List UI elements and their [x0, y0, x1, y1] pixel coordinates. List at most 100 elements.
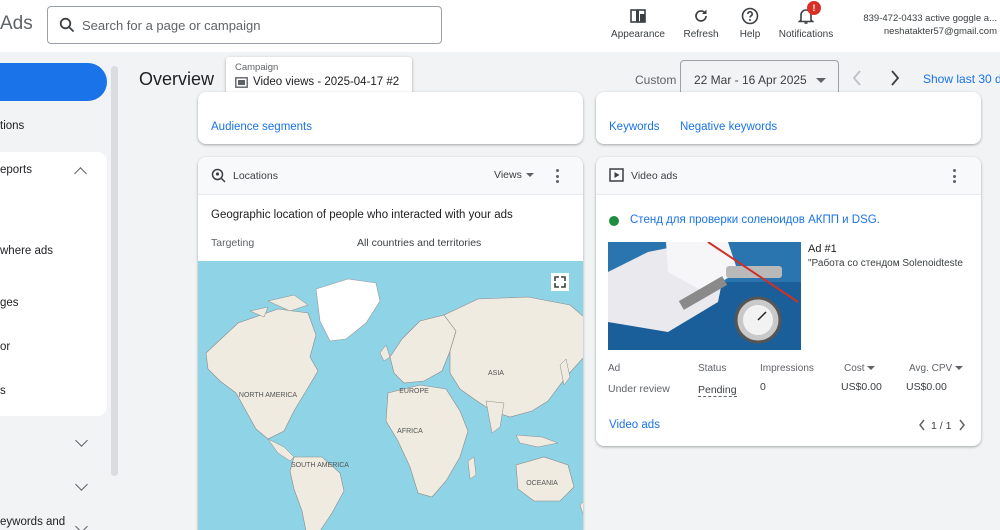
- notifications-label: Notifications: [778, 29, 834, 40]
- new-zealand-shape: [579, 501, 583, 515]
- sidebar-scrollbar[interactable]: [111, 66, 118, 476]
- map-label-africa: AFRICA: [397, 428, 423, 435]
- search-icon: [59, 17, 75, 33]
- appearance-icon: [630, 9, 646, 23]
- refresh-label: Refresh: [683, 29, 719, 40]
- notification-badge: !: [807, 1, 821, 15]
- video-ads-icon: [609, 168, 624, 182]
- column-header-cost[interactable]: Cost: [844, 363, 876, 374]
- custom-label: Custom: [635, 73, 677, 87]
- geo-heading: Geographic location of people who intera…: [211, 209, 513, 221]
- sidebar-item-keywords[interactable]: eywords and: [0, 516, 65, 528]
- show-last-30-days-link[interactable]: Show last 30 d: [923, 72, 1000, 86]
- audience-segments-link[interactable]: Audience segments: [211, 121, 312, 133]
- europe-shape: [389, 314, 457, 384]
- locations-card-header: Locations Views: [198, 157, 583, 195]
- ad-thumbnail[interactable]: [608, 242, 801, 350]
- account-email: neshatakter57@gmail.com: [883, 26, 997, 37]
- africa-shape: [385, 384, 469, 498]
- audience-card: Audience segments: [198, 92, 583, 144]
- ad-number: Ad #1: [808, 243, 837, 255]
- appearance-button[interactable]: Appearance: [611, 6, 665, 40]
- map-label-south-america: SOUTH AMERICA: [291, 462, 349, 469]
- search-input[interactable]: Search for a page or campaign: [82, 18, 261, 33]
- column-header-impressions: Impressions: [760, 363, 814, 374]
- sidebar-item-s[interactable]: s: [0, 385, 6, 397]
- page-title: Overview: [139, 69, 215, 89]
- asia-shape: [443, 296, 583, 418]
- row-cost: US$0.00: [841, 381, 882, 393]
- column-header-status: Status: [698, 363, 727, 374]
- keywords-card: Keywords Negative keywords: [596, 92, 981, 144]
- date-range-value: 22 Mar - 16 Apr 2025: [694, 73, 807, 87]
- keywords-link[interactable]: Keywords: [609, 121, 660, 133]
- australia-shape: [515, 456, 575, 502]
- fullscreen-icon[interactable]: [551, 273, 569, 291]
- sidebar-reports-group: [0, 152, 107, 416]
- caret-down-icon: [525, 173, 534, 178]
- notifications-button[interactable]: ! Notifications: [776, 1, 836, 40]
- row-ad-status-text: Under review: [608, 383, 670, 395]
- chevron-left-icon[interactable]: [918, 419, 926, 431]
- views-dropdown-label: Views: [494, 169, 522, 181]
- negative-keywords-link[interactable]: Negative keywords: [680, 121, 777, 133]
- column-header-avg-cpv-label: Avg. CPV: [909, 363, 953, 374]
- video-campaign-icon: [235, 77, 248, 88]
- search-box[interactable]: Search for a page or campaign: [47, 6, 442, 44]
- map-label-north-america: NORTH AMERICA: [239, 392, 298, 399]
- row-status-pending[interactable]: Pending: [698, 384, 737, 397]
- map-label-europe: EUROPE: [399, 388, 429, 395]
- video-ads-card-header: Video ads: [596, 157, 981, 195]
- ad-description: "Работа со стендом Solenoidteste: [808, 258, 963, 269]
- sidebar-item-insights[interactable]: tions: [0, 120, 24, 132]
- video-ads-footer-link[interactable]: Video ads: [609, 419, 660, 431]
- central-america-shape: [267, 438, 295, 462]
- help-button[interactable]: Help: [736, 6, 764, 40]
- views-dropdown[interactable]: Views: [494, 169, 534, 181]
- targeting-label: Targeting: [211, 237, 255, 249]
- ad-thumbnail-image: [608, 242, 801, 350]
- location-search-icon: [211, 168, 226, 183]
- account-info[interactable]: 839-472-0433 active goggle a... neshatak…: [863, 12, 997, 38]
- more-options-icon[interactable]: [556, 169, 560, 186]
- brand-title: Ads: [0, 13, 33, 34]
- caret-down-icon: [816, 78, 826, 83]
- indonesia-shape: [515, 434, 559, 448]
- nav-selected-item[interactable]: [0, 63, 107, 101]
- world-map[interactable]: NORTH AMERICA EUROPE ASIA AFRICA SOUTH A…: [198, 261, 583, 530]
- row-impressions: 0: [760, 381, 766, 393]
- madagascar-shape: [467, 456, 477, 480]
- column-header-cost-label: Cost: [844, 363, 865, 374]
- account-name: 839-472-0433 active goggle a...: [863, 13, 997, 24]
- north-america-shape: [205, 308, 319, 440]
- locations-card: Locations Views Geographic location of p…: [198, 157, 583, 530]
- sidebar-item-pages[interactable]: ges: [0, 297, 19, 309]
- sidebar-item-or[interactable]: or: [0, 341, 10, 353]
- sidebar-item-reports[interactable]: eports: [0, 164, 32, 176]
- campaign-value: Video views - 2025-04-17 #2: [253, 76, 400, 88]
- refresh-button[interactable]: Refresh: [683, 6, 719, 40]
- targeting-value: All countries and territories: [357, 237, 482, 249]
- caret-down-icon: [954, 366, 963, 371]
- campaign-selector[interactable]: Campaign Video views - 2025-04-17 #2: [226, 57, 412, 95]
- ad-title-link[interactable]: Стенд для проверки соленоидов АКПП и DSG…: [630, 214, 880, 226]
- chevron-right-icon[interactable]: [958, 419, 966, 431]
- sidebar-item-where-ads[interactable]: where ads: [0, 245, 53, 257]
- help-icon: [741, 7, 759, 25]
- status-dot-icon: [609, 216, 619, 226]
- chevron-left-icon[interactable]: [851, 68, 863, 88]
- caret-down-icon: [867, 366, 876, 371]
- map-label-oceania: OCEANIA: [526, 480, 558, 487]
- help-label: Help: [739, 29, 761, 40]
- map-label-asia: ASIA: [488, 370, 504, 377]
- world-map-graphic: NORTH AMERICA EUROPE ASIA AFRICA SOUTH A…: [205, 278, 583, 530]
- top-bar: Ads Search for a page or campaign Appear…: [0, 0, 1000, 52]
- india-shape: [485, 400, 505, 434]
- more-options-icon[interactable]: [953, 169, 957, 186]
- appearance-label: Appearance: [611, 29, 665, 40]
- column-header-avg-cpv[interactable]: Avg. CPV: [909, 363, 963, 374]
- uk-shape: [379, 344, 391, 362]
- chevron-right-icon[interactable]: [889, 68, 901, 88]
- greenland-shape: [315, 278, 381, 342]
- campaign-label: Campaign: [235, 62, 279, 73]
